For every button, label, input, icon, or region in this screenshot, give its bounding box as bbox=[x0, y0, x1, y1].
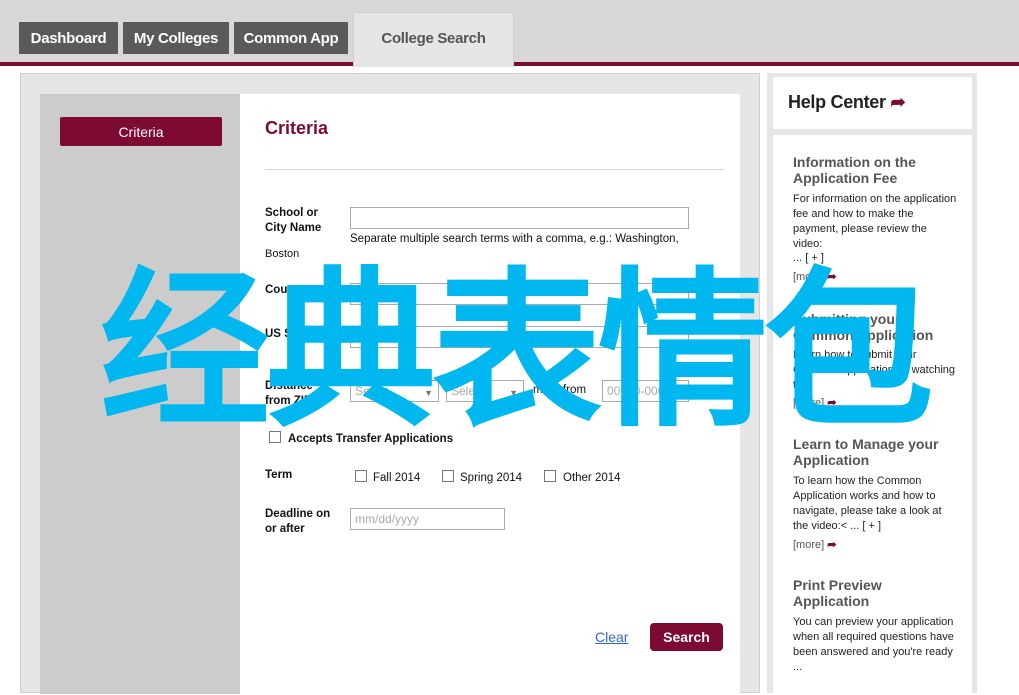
search-button[interactable]: Search bbox=[650, 623, 723, 651]
tab-label: Dashboard bbox=[30, 29, 107, 47]
help-center-title[interactable]: Help Center ➦ bbox=[788, 92, 906, 113]
term-label: Term bbox=[265, 469, 293, 481]
school-help-text: Separate multiple search terms with a co… bbox=[350, 233, 679, 245]
help-item-more[interactable]: [more] ➦ bbox=[793, 538, 836, 551]
tab-label: Common App bbox=[243, 29, 339, 47]
deadline-label: Deadline on or after bbox=[265, 508, 331, 535]
arrow-icon: ➦ bbox=[827, 539, 837, 551]
help-item-title[interactable]: Print Preview Application bbox=[793, 577, 958, 609]
deadline-input-placeholder: mm/dd/yyyy bbox=[355, 512, 420, 526]
tab-label: College Search bbox=[381, 30, 486, 47]
term-spring-label: Spring 2014 bbox=[460, 472, 523, 484]
divider bbox=[265, 169, 724, 170]
sidebar-item-label: Criteria bbox=[118, 123, 164, 140]
more-link: [more] bbox=[793, 539, 825, 551]
term-other-checkbox[interactable] bbox=[544, 470, 556, 482]
term-fall-label: Fall 2014 bbox=[373, 472, 421, 484]
help-center-title-text: Help Center bbox=[788, 92, 886, 112]
page-title: Criteria bbox=[265, 118, 329, 138]
help-item-text: For information on the application fee a… bbox=[793, 193, 957, 250]
arrow-icon: ➦ bbox=[890, 92, 906, 112]
term-other-label: Other 2014 bbox=[563, 472, 621, 484]
tab-college-search[interactable]: College Search bbox=[353, 12, 514, 67]
term-fall-checkbox[interactable] bbox=[355, 470, 367, 482]
sidebar-item-criteria[interactable]: Criteria bbox=[60, 117, 222, 146]
help-item-title[interactable]: Information on the Application Fee bbox=[793, 154, 958, 186]
help-item-text: You can preview your application when al… bbox=[793, 616, 954, 673]
tab-my-colleges[interactable]: My Colleges bbox=[123, 22, 229, 54]
school-label: School or City Name bbox=[265, 207, 322, 234]
overlay-watermark-text: 经典表情包 bbox=[100, 253, 934, 451]
help-item-text: To learn how the Common Application work… bbox=[793, 475, 942, 532]
deadline-input[interactable]: mm/dd/yyyy bbox=[350, 508, 505, 530]
term-spring-checkbox[interactable] bbox=[442, 470, 454, 482]
school-input[interactable] bbox=[350, 207, 689, 229]
clear-link[interactable]: Clear bbox=[595, 629, 628, 645]
tab-label: My Colleges bbox=[133, 29, 219, 47]
tab-common-app[interactable]: Common App bbox=[234, 22, 348, 54]
tab-dashboard[interactable]: Dashboard bbox=[19, 22, 118, 54]
